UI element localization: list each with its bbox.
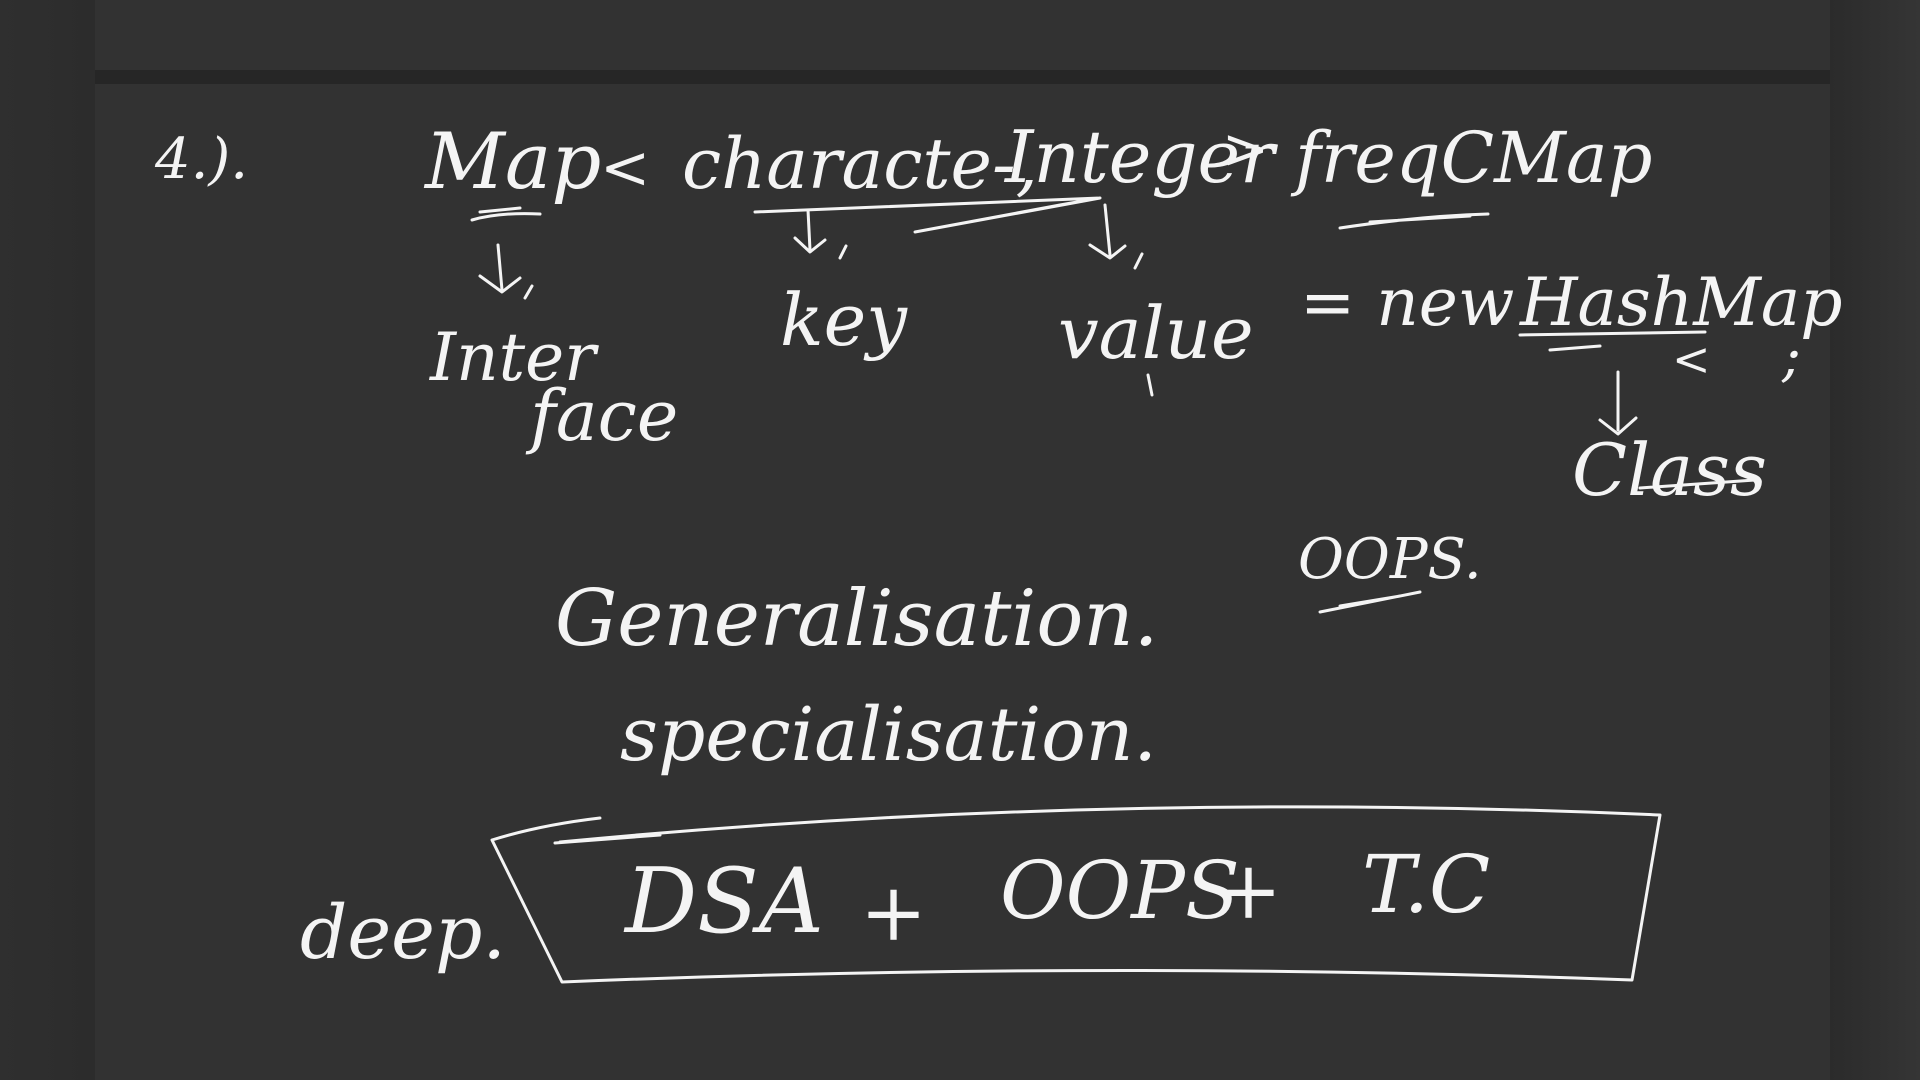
oops-text: OOPS: [1000, 844, 1240, 937]
oops-note: OOPS.: [1298, 527, 1482, 592]
statement-end: ;: [1781, 324, 1801, 389]
arrow-to-value: [1088, 203, 1144, 270]
plus-sign-2: +: [1215, 844, 1282, 937]
deep-label: deep.: [300, 890, 506, 976]
item-number: 4.).: [154, 127, 248, 192]
varname-underline: [1338, 212, 1490, 230]
whiteboard-viewer: 4.). Map < characte-, Integer > freqCMap…: [0, 0, 1920, 1080]
arrow-to-key: [793, 208, 848, 260]
map-keyword: Map: [423, 117, 601, 207]
character-type: characte-,: [682, 123, 1038, 205]
dsa-text: DSA: [623, 849, 824, 954]
variable-name: freqCMap: [1290, 117, 1652, 199]
specialisation-text: specialisation.: [620, 692, 1157, 778]
value-label: value: [1058, 291, 1254, 375]
class-label: Class: [1572, 428, 1767, 512]
generalisation-text: Generalisation.: [555, 574, 1158, 664]
new-expression: = new: [1300, 264, 1514, 341]
interface-label-part2: face: [525, 375, 678, 457]
oops-underline: [1318, 590, 1422, 614]
tc-text: T.C: [1362, 838, 1490, 931]
generic-open: <: [600, 133, 650, 203]
generic-close: >: [1222, 117, 1269, 182]
handwriting-layer: 4.). Map < characte-, Integer > freqCMap…: [154, 115, 1842, 984]
arrow-to-interface: [478, 243, 534, 300]
value-tick: [1146, 373, 1154, 397]
key-label: key: [780, 278, 908, 362]
generic-diamond: <: [1672, 332, 1711, 386]
map-underline: [470, 206, 542, 222]
arrow-to-class: [1598, 370, 1638, 436]
plus-sign-1: +: [860, 866, 927, 959]
